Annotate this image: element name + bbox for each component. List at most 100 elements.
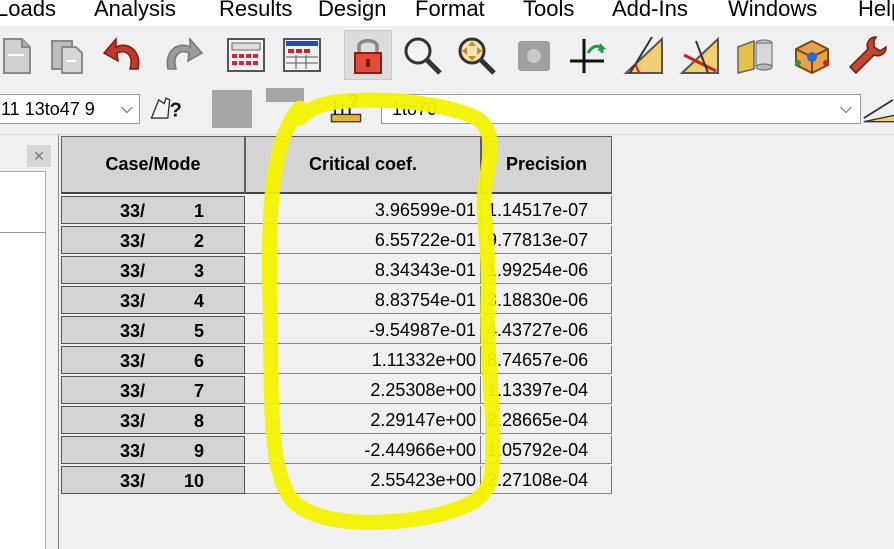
left-panel-content — [0, 171, 46, 549]
disabled-tool-icon — [212, 90, 252, 128]
mode-number: 2 — [193, 231, 204, 251]
close-icon[interactable]: × — [27, 145, 51, 167]
table-row-case-mode[interactable]: 33/7 — [61, 376, 245, 404]
calculations-button[interactable] — [222, 30, 270, 80]
table-cell-critical-coef[interactable]: 1.11332e+00 — [245, 346, 481, 374]
menu-results[interactable]: Results — [219, 0, 292, 22]
table-row-case-mode[interactable]: 33/9 — [61, 436, 245, 464]
structure-icon — [737, 39, 773, 74]
case-number: 33/ — [120, 291, 146, 311]
menu-tools[interactable]: Tools — [523, 0, 574, 22]
structure-button[interactable] — [732, 30, 780, 80]
axis-button[interactable] — [564, 30, 612, 80]
table-cell-precision[interactable]: 2.27108e-04 — [481, 466, 612, 494]
table-row-case-mode[interactable]: 33/2 — [61, 226, 245, 254]
table-cell-precision[interactable]: 1.05792e-04 — [481, 436, 612, 464]
load-selection-icon: ? — [330, 91, 362, 123]
table-row-case-mode[interactable]: 33/5 — [61, 316, 245, 344]
wrench-button[interactable] — [844, 30, 892, 80]
undo-button[interactable] — [100, 30, 148, 80]
menu-design[interactable]: Design — [318, 0, 386, 22]
table-row-case-mode[interactable]: 33/6 — [61, 346, 245, 374]
header-critical-coef[interactable]: Critical coef. — [245, 136, 481, 194]
menu-add-ins[interactable]: Add-Ins — [612, 0, 688, 22]
pan-button[interactable] — [452, 30, 500, 80]
zoom-button[interactable] — [398, 30, 446, 80]
table-row-case-mode[interactable]: 33/8 — [61, 406, 245, 434]
case-number: 33/ — [120, 261, 146, 281]
table-cell-critical-coef[interactable]: 2.55423e+00 — [245, 466, 481, 494]
load-selection-button[interactable]: ? — [326, 90, 366, 128]
mode-number: 10 — [183, 471, 204, 491]
table-cell-critical-coef[interactable]: -2.44966e+00 — [245, 436, 481, 464]
table-cell-precision[interactable]: 2.28665e-04 — [481, 406, 612, 434]
table-row-case-mode[interactable]: 33/3 — [61, 256, 245, 284]
case-number: 33/ — [120, 351, 146, 371]
case-number: 33/ — [120, 381, 146, 401]
table-cell-critical-coef[interactable]: 8.83754e-01 — [245, 286, 481, 314]
mode-number: 7 — [193, 381, 204, 401]
table-row-case-mode[interactable]: 33/10 — [61, 466, 245, 494]
table-cell-critical-coef[interactable]: 3.96599e-01 — [245, 196, 481, 224]
menu-format[interactable]: Format — [415, 0, 485, 22]
svg-text:?: ? — [170, 99, 182, 121]
selection-combo[interactable]: 1to70 ⌵ — [381, 94, 861, 124]
menu-loads[interactable]: Loads — [0, 0, 56, 22]
table-cell-precision[interactable]: 1.99254e-06 — [481, 256, 612, 284]
pan-icon — [458, 37, 496, 75]
calculator-icon — [227, 38, 265, 72]
table-cell-critical-coef[interactable]: 8.34343e-01 — [245, 256, 481, 284]
paste-page-button[interactable] — [44, 30, 92, 80]
case-number: 33/ — [120, 441, 146, 461]
case-number: 33/ — [120, 321, 146, 341]
chevron-down-icon[interactable]: ⌵ — [840, 95, 852, 123]
case-number: 33/ — [120, 471, 146, 491]
case-number: 33/ — [120, 231, 146, 251]
view-button[interactable] — [510, 30, 558, 80]
calculation-table-button[interactable] — [278, 30, 326, 80]
3d-view-button[interactable] — [788, 30, 836, 80]
menu-analysis[interactable]: Analysis — [94, 0, 176, 22]
case-selection-combo[interactable]: 11 13to47 9 ⌵ — [0, 94, 140, 124]
mode-number: 5 — [193, 321, 204, 341]
table-row-case-mode[interactable]: 33/1 — [61, 196, 245, 224]
case-number: 33/ — [120, 411, 146, 431]
table-cell-precision[interactable]: 8.74657e-06 — [481, 346, 612, 374]
table-cell-precision[interactable]: 3.18830e-06 — [481, 286, 612, 314]
mode-number: 9 — [193, 441, 204, 461]
table-cell-critical-coef[interactable]: 2.29147e+00 — [245, 406, 481, 434]
new-page-button[interactable] — [0, 30, 40, 80]
table-cell-critical-coef[interactable]: 6.55722e-01 — [245, 226, 481, 254]
menu-windows[interactable]: Windows — [728, 0, 817, 22]
mode-number: 4 — [193, 291, 204, 311]
menu-help[interactable]: Help — [858, 0, 894, 22]
svg-text:?: ? — [348, 91, 359, 111]
table-cell-precision[interactable]: 4.43727e-06 — [481, 316, 612, 344]
left-panel: × — [0, 135, 56, 549]
table-cell-precision[interactable]: 1.14517e-07 — [481, 196, 612, 224]
results-table: Case/Mode Critical coef. Precision 33/1 3… — [58, 135, 894, 549]
help-cursor-button[interactable]: ? — [146, 90, 186, 128]
header-precision[interactable]: Precision — [481, 136, 612, 194]
measure-angle-button[interactable] — [620, 30, 668, 80]
measure-tool-icon — [863, 99, 894, 123]
table-cell-precision[interactable]: 9.77813e-07 — [481, 226, 612, 254]
view-dim-icon — [518, 41, 550, 71]
selection-value: 1to70 — [392, 99, 438, 119]
table-cell-critical-coef[interactable]: -9.54987e-01 — [245, 316, 481, 344]
section-view-icon — [679, 36, 719, 74]
redo-button[interactable] — [158, 30, 206, 80]
measure-button[interactable] — [862, 90, 894, 128]
mode-number: 6 — [193, 351, 204, 371]
redo-icon — [166, 36, 204, 70]
section-view-button[interactable] — [676, 30, 724, 80]
header-case-mode[interactable]: Case/Mode — [61, 136, 245, 194]
chevron-down-icon[interactable]: ⌵ — [121, 95, 133, 123]
disabled-tool-icon-2 — [266, 88, 304, 102]
table-cell-critical-coef[interactable]: 2.25308e+00 — [245, 376, 481, 404]
zoom-icon — [404, 37, 442, 75]
lock-button[interactable] — [344, 30, 392, 80]
table-row-case-mode[interactable]: 33/4 — [61, 286, 245, 314]
paste-page-icon — [51, 40, 83, 74]
table-cell-precision[interactable]: 1.13397e-04 — [481, 376, 612, 404]
